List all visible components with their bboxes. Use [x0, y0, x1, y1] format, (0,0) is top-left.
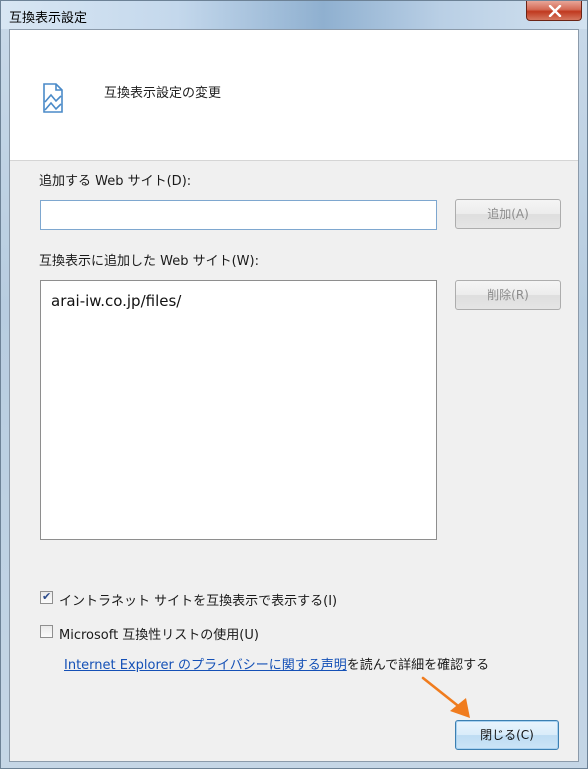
orange-arrow-icon: [421, 676, 470, 718]
close-button[interactable]: 閉じる(C): [455, 720, 559, 750]
compat-view-dialog: 互換表示設定 互換表示設定の変更 追加する Web サイト(D): 追加(A) …: [0, 0, 588, 769]
checkmark-icon: ✔: [42, 590, 52, 603]
add-site-label: 追加する Web サイト(D):: [39, 174, 192, 189]
window-title: 互換表示設定: [9, 11, 88, 26]
header-area: 互換表示設定の変更: [10, 30, 578, 161]
privacy-statement-link[interactable]: Internet Explorer のプライバシーに関する声明: [64, 658, 347, 673]
header-title: 互換表示設定の変更: [104, 86, 222, 101]
microsoft-list-label: Microsoft 互換性リストの使用(U): [59, 628, 259, 643]
list-item[interactable]: arai-iw.co.jp/files/: [51, 292, 181, 310]
add-site-input[interactable]: [40, 200, 437, 230]
intranet-label: イントラネット サイトを互換表示で表示する(I): [59, 594, 338, 609]
sites-listbox[interactable]: arai-iw.co.jp/files/: [40, 280, 437, 540]
window-close-button[interactable]: [526, 1, 582, 21]
dialog-body: 互換表示設定の変更 追加する Web サイト(D): 追加(A) 互換表示に追加…: [9, 29, 579, 762]
microsoft-list-checkbox[interactable]: [40, 625, 53, 638]
close-icon: [548, 5, 562, 17]
intranet-checkbox[interactable]: ✔: [40, 590, 53, 604]
privacy-trailing-text: を読んで詳細を確認する: [346, 658, 490, 673]
sites-list-label: 互換表示に追加した Web サイト(W):: [39, 254, 259, 269]
compat-view-icon: [43, 83, 63, 113]
privacy-line: Internet Explorer のプライバシーに関する声明を読んで詳細を確認…: [64, 654, 489, 673]
remove-button[interactable]: 削除(R): [455, 280, 561, 310]
title-bar[interactable]: 互換表示設定: [1, 1, 587, 29]
add-button[interactable]: 追加(A): [455, 199, 561, 229]
